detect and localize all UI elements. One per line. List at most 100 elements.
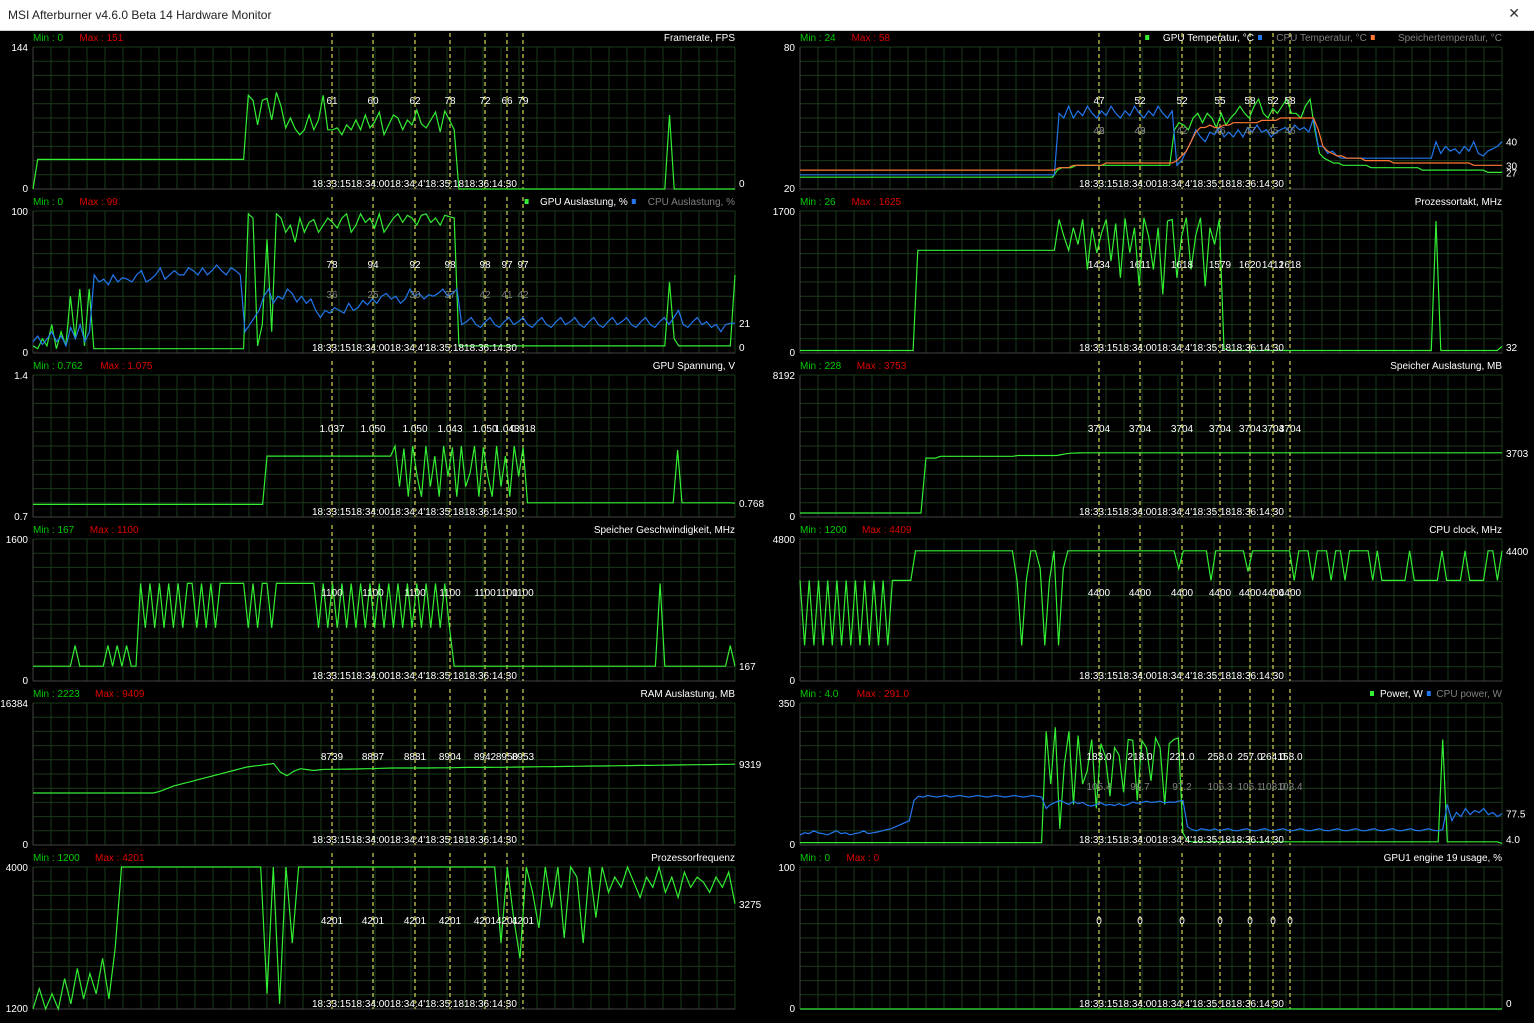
y-tick-bottom: 0 bbox=[22, 840, 28, 851]
marker-value-label: 106.3 bbox=[1207, 782, 1232, 793]
y-tick-top: 4000 bbox=[6, 863, 29, 874]
max-label: Max : 291.0 bbox=[857, 689, 910, 700]
grid bbox=[799, 538, 1503, 682]
marker-value-label: 30 bbox=[409, 290, 421, 301]
marker-value-label: 1.050 bbox=[360, 424, 385, 435]
panel-title: Prozessortakt, MHz bbox=[1415, 197, 1502, 208]
panel-gpu-voltage[interactable]: 1.4 0.7 Min : 0.762 Max : 1.075 GPU Spannung… bbox=[14, 361, 764, 523]
current-value-label: 3275 bbox=[739, 900, 762, 911]
marker-value-label: 3704 bbox=[1088, 424, 1111, 435]
marker-value-label: 4201 bbox=[474, 916, 497, 927]
marker-value-label: 72 bbox=[479, 96, 491, 107]
current-value-label: 21 bbox=[739, 319, 751, 330]
current-value-label: 40 bbox=[1506, 138, 1518, 149]
legend-entry: CPU Temperatur, °C bbox=[1276, 33, 1367, 44]
marker-value-label: 1100 bbox=[512, 588, 534, 599]
panel-cpu-clock[interactable]: 4800 0 Min : 1200 Max : 4409 CPU clock, MHz 4… bbox=[773, 525, 1529, 687]
marker-value-label: 1579 bbox=[1209, 260, 1232, 271]
marker-value-label: 52 bbox=[1134, 96, 1146, 107]
min-label: Min : 0 bbox=[800, 853, 830, 864]
marker-value-label: 98 bbox=[479, 260, 491, 271]
min-label: Min : 26 bbox=[800, 197, 836, 208]
grid bbox=[32, 46, 736, 190]
time-axis-labels: 18:33:1518:34:0018:34:4'18:35:1818:36:14… bbox=[1079, 835, 1284, 846]
min-label: Min : 167 bbox=[33, 525, 75, 536]
min-label: Min : 0 bbox=[33, 33, 63, 44]
marker-value-label: 1100 bbox=[362, 588, 384, 599]
y-tick-bottom: 20 bbox=[784, 184, 796, 195]
marker-value-label: 3704 bbox=[1239, 424, 1262, 435]
marker-value-label: 1434 bbox=[1088, 260, 1111, 271]
marker-value-label: 105.1 bbox=[1237, 782, 1262, 793]
marker-value-label: 0 bbox=[1137, 916, 1143, 927]
marker-value-label: 8953 bbox=[512, 752, 535, 763]
max-label: Max : 1.075 bbox=[100, 361, 153, 372]
marker-value-label: 25 bbox=[367, 290, 379, 301]
marker-value-label: 0 bbox=[1096, 916, 1102, 927]
marker-value-label: 47 bbox=[1244, 126, 1256, 137]
current-value-label: 167 bbox=[739, 662, 756, 673]
marker-value-label: 1618 bbox=[1279, 260, 1302, 271]
grid bbox=[799, 374, 1503, 518]
marker-value-label: 4201 bbox=[512, 916, 535, 927]
marker-value-label: 55 bbox=[1214, 96, 1226, 107]
marker-value-label: 42 bbox=[1176, 126, 1188, 137]
y-tick-bottom: 0 bbox=[789, 1004, 795, 1015]
legend-entry: Power, W bbox=[1380, 689, 1423, 700]
window-title: MSI Afterburner v4.6.0 Beta 14 Hardware … bbox=[8, 8, 272, 22]
marker-value-label: 108.4 bbox=[1277, 782, 1302, 793]
marker-value-label: 3704 bbox=[1279, 424, 1302, 435]
y-tick-top: 1.4 bbox=[14, 371, 28, 382]
panel-ram-usage[interactable]: 16384 0 Min : 2223 Max : 9409 RAM Auslastung… bbox=[0, 689, 762, 851]
marker-value-label: 49 bbox=[1134, 126, 1146, 137]
grid bbox=[32, 702, 736, 846]
marker-value-label: 41 bbox=[501, 290, 513, 301]
y-tick-top: 100 bbox=[11, 207, 28, 218]
legend-swatch bbox=[1145, 35, 1150, 40]
panel-gpu1-engine[interactable]: 100 0 Min : 0 Max : 0 GPU1 engine 19 usage, … bbox=[778, 853, 1512, 1015]
close-icon[interactable]: ✕ bbox=[1508, 6, 1520, 22]
legend-swatch bbox=[1426, 691, 1431, 696]
marker-value-label: 0 bbox=[1217, 916, 1223, 927]
marker-value-label: 94 bbox=[367, 260, 379, 271]
grid bbox=[799, 866, 1503, 1010]
legend-entry: GPU Temperatur, °C bbox=[1163, 33, 1254, 44]
marker-value-label: 62 bbox=[409, 96, 421, 107]
series-line bbox=[800, 97, 1502, 178]
current-value-label: 77.5 bbox=[1506, 810, 1526, 821]
current-value-label: 4.0 bbox=[1506, 835, 1520, 846]
min-label: Min : 228 bbox=[800, 361, 842, 372]
marker-value-label: 257.0 bbox=[1237, 752, 1262, 763]
panel-gpu-usage[interactable]: 100 0 Min : 0 Max : 99 CPU Auslastung, % GPU … bbox=[11, 197, 751, 359]
time-axis-labels: 18:33:1518:34:0018:34:4'18:35:1818:36:14… bbox=[1079, 507, 1284, 518]
time-axis-labels: 18:33:1518:34:0018:34:4'18:35:1818:36:14… bbox=[312, 999, 517, 1010]
time-axis-labels: 18:33:1518:34:0018:34:4'18:35:1818:36:14… bbox=[312, 835, 517, 846]
y-tick-bottom: 0.7 bbox=[14, 512, 28, 523]
marker-value-label: 97 bbox=[501, 260, 513, 271]
current-value-label: 27 bbox=[1506, 168, 1518, 179]
marker-value-label: 8739 bbox=[321, 752, 344, 763]
marker-value-label: 1100 bbox=[439, 588, 461, 599]
panel-gpu-temp[interactable]: 80 20 Min : 24 Max : 58 Speichertemperatur, … bbox=[784, 33, 1518, 195]
graph-area[interactable]: 144 0 Min : 0 Max : 151 Framerate, FPS 0 61 60 6… bbox=[0, 31, 1534, 1019]
panel-mem-usage[interactable]: 8192 0 Min : 228 Max : 3753 Speicher Auslast… bbox=[773, 361, 1529, 523]
panel-cpu-clock-proc[interactable]: 1700 0 Min : 26 Max : 1625 Prozessortakt, MH… bbox=[773, 197, 1518, 359]
time-axis-labels: 18:33:1518:34:0018:34:4'18:35:1818:36:14… bbox=[1079, 179, 1284, 190]
marker-value-label: 0 bbox=[1247, 916, 1253, 927]
legend-swatch bbox=[1370, 35, 1375, 40]
time-axis-labels: 18:33:1518:34:0018:34:4'18:35:1818:36:14… bbox=[1079, 671, 1284, 682]
marker-value-label: 58 bbox=[1244, 96, 1256, 107]
marker-value-label: 1.050 bbox=[402, 424, 427, 435]
panel-mem-clock[interactable]: 1600 0 Min : 167 Max : 1100 Speicher Geschwi… bbox=[6, 525, 756, 687]
legend-entry: GPU Auslastung, % bbox=[540, 197, 628, 208]
panel-framerate[interactable]: 144 0 Min : 0 Max : 151 Framerate, FPS 0 61 60 6… bbox=[11, 33, 745, 195]
marker-value-label: 4201 bbox=[362, 916, 385, 927]
marker-value-label: 158.0 bbox=[1277, 752, 1302, 763]
marker-value-label: 97 bbox=[517, 260, 529, 271]
panel-title: RAM Auslastung, MB bbox=[641, 689, 736, 700]
marker-value-label: 258.0 bbox=[1207, 752, 1232, 763]
monitor-graphs[interactable]: 144 0 Min : 0 Max : 151 Framerate, FPS 0 61 60 6… bbox=[0, 31, 1534, 1019]
series-line bbox=[800, 217, 1503, 352]
panel-power[interactable]: 350 0 Min : 4.0 Max : 291.0 CPU power, W Powe… bbox=[778, 689, 1526, 851]
panel-cpu-freq[interactable]: 4000 1200 Min : 1200 Max : 4201 Prozessorfre… bbox=[6, 853, 762, 1015]
